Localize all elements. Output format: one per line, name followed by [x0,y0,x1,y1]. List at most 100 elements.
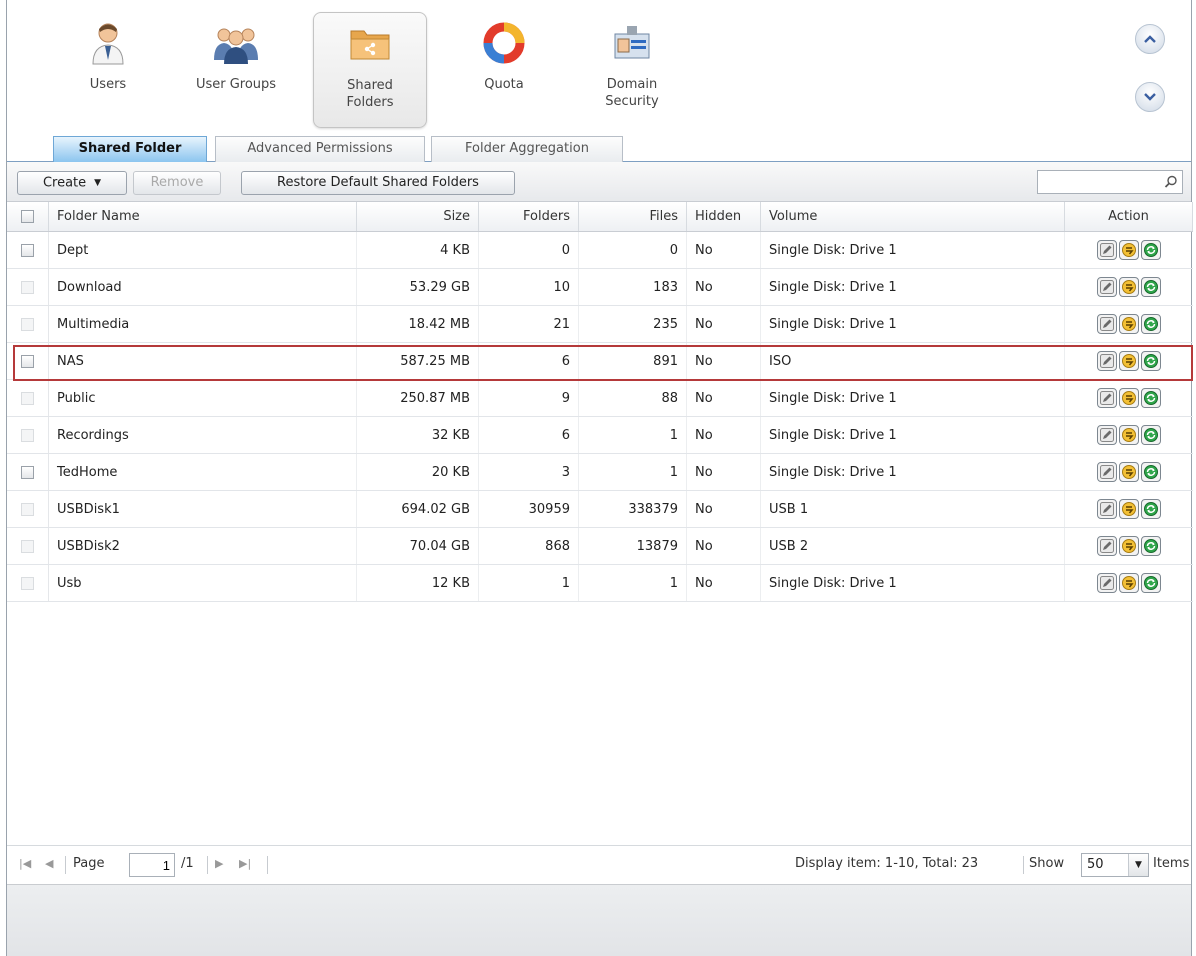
next-page-icon[interactable]: ▶ [215,857,223,870]
refresh-icon[interactable] [1141,425,1161,445]
edit-icon[interactable] [1097,573,1117,593]
row-checkbox[interactable] [21,391,34,405]
row-checkbox[interactable] [21,502,34,516]
file-count: 183 [579,269,687,305]
refresh-icon[interactable] [1141,240,1161,260]
folder-size: 53.29 GB [357,269,479,305]
search-box [1037,170,1183,194]
table-row[interactable]: Multimedia 18.42 MB 21 235 No Single Disk: Dr… [7,306,1193,343]
row-checkbox[interactable] [21,243,34,257]
shared-folder-table: Folder Name Size Folders Files Hidden Vo… [7,202,1193,602]
folder-size: 694.02 GB [357,491,479,527]
table-row[interactable]: USBDisk1 694.02 GB 30959 338379 No USB 1 [7,491,1193,528]
prev-page-icon[interactable]: ◀ [45,857,53,870]
scroll-up-button[interactable] [1135,24,1165,54]
nav-quota[interactable]: Quota [447,12,561,128]
table-row[interactable]: Dept 4 KB 0 0 No Single Disk: Drive 1 [7,232,1193,269]
table-row[interactable]: USBDisk2 70.04 GB 868 13879 No USB 2 [7,528,1193,565]
edit-icon[interactable] [1097,351,1117,371]
search-input[interactable] [1038,171,1158,193]
table-row[interactable]: TedHome 20 KB 3 1 No Single Disk: Drive 1 [7,454,1193,491]
search-icon[interactable] [1163,174,1179,190]
show-label: Show [1029,856,1065,871]
row-checkbox[interactable] [21,465,34,479]
edit-icon[interactable] [1097,277,1117,297]
file-count: 1 [579,417,687,453]
folder-name: Dept [49,232,357,268]
edit-icon[interactable] [1097,388,1117,408]
row-checkbox[interactable] [21,539,34,553]
column-volume[interactable]: Volume [761,202,1065,231]
permissions-icon[interactable] [1119,499,1139,519]
first-page-icon[interactable]: |◀ [19,857,31,870]
edit-icon[interactable] [1097,462,1117,482]
folder-count: 0 [479,232,579,268]
remove-button[interactable]: Remove [133,171,221,195]
column-folders[interactable]: Folders [479,202,579,231]
refresh-icon[interactable] [1141,499,1161,519]
permissions-icon[interactable] [1119,240,1139,260]
table-row[interactable]: Download 53.29 GB 10 183 No Single Disk: Driv… [7,269,1193,306]
folder-name: Usb [49,565,357,601]
refresh-icon[interactable] [1141,573,1161,593]
folder-size: 18.42 MB [357,306,479,342]
chevron-up-icon [1144,35,1156,43]
column-action: Action [1065,202,1193,231]
hidden-flag: No [687,528,761,564]
permissions-icon[interactable] [1119,351,1139,371]
refresh-icon[interactable] [1141,536,1161,556]
action-cell [1065,454,1193,490]
refresh-icon[interactable] [1141,462,1161,482]
last-page-icon[interactable]: ▶| [239,857,251,870]
select-all-checkbox[interactable] [21,210,34,223]
refresh-icon[interactable] [1141,388,1161,408]
scroll-down-button[interactable] [1135,82,1165,112]
tab-shared-folder[interactable]: Shared Folder [53,136,207,162]
row-checkbox[interactable] [21,280,34,294]
column-hidden[interactable]: Hidden [687,202,761,231]
action-cell [1065,565,1193,601]
page-number-input[interactable] [129,853,175,877]
row-checkbox[interactable] [21,576,34,590]
tab-folder-aggregation[interactable]: Folder Aggregation [431,136,623,162]
row-checkbox[interactable] [21,317,34,331]
create-button[interactable]: Create ▼ [17,171,127,195]
table-row[interactable]: NAS 587.25 MB 6 891 No ISO [7,343,1193,380]
table-row[interactable]: Usb 12 KB 1 1 No Single Disk: Drive 1 [7,565,1193,602]
nav-domain-security[interactable]: Domain Security [575,12,689,128]
permissions-icon[interactable] [1119,573,1139,593]
nav-user-groups[interactable]: User Groups [179,12,293,128]
edit-icon[interactable] [1097,314,1117,334]
restore-default-button[interactable]: Restore Default Shared Folders [241,171,515,195]
permissions-icon[interactable] [1119,462,1139,482]
refresh-icon[interactable] [1141,351,1161,371]
tab-advanced-permissions[interactable]: Advanced Permissions [215,136,425,162]
nav-domain-security-label: Domain Security [605,77,659,109]
permissions-icon[interactable] [1119,536,1139,556]
table-row[interactable]: Public 250.87 MB 9 88 No Single Disk: Drive 1 [7,380,1193,417]
edit-icon[interactable] [1097,240,1117,260]
edit-icon[interactable] [1097,499,1117,519]
edit-icon[interactable] [1097,425,1117,445]
permissions-icon[interactable] [1119,277,1139,297]
nav-shared-folders[interactable]: Shared Folders [313,12,427,128]
permissions-icon[interactable] [1119,425,1139,445]
pagination-bar: |◀ ◀ Page /1 ▶ ▶| Display item: 1-10, To… [7,845,1191,883]
refresh-icon[interactable] [1141,314,1161,334]
items-per-page-select[interactable]: 50 ▼ [1081,853,1149,877]
edit-icon[interactable] [1097,536,1117,556]
permissions-icon[interactable] [1119,314,1139,334]
folder-name: Recordings [49,417,357,453]
column-files[interactable]: Files [579,202,687,231]
column-size[interactable]: Size [357,202,479,231]
column-folder-name[interactable]: Folder Name [49,202,357,231]
permissions-icon[interactable] [1119,388,1139,408]
row-checkbox-cell [7,491,49,527]
nav-users[interactable]: Users [51,12,165,128]
table-row[interactable]: Recordings 32 KB 6 1 No Single Disk: Drive 1 [7,417,1193,454]
items-label: Items [1153,856,1190,871]
row-checkbox[interactable] [21,354,34,368]
row-checkbox[interactable] [21,428,34,442]
folder-name: Public [49,380,357,416]
refresh-icon[interactable] [1141,277,1161,297]
